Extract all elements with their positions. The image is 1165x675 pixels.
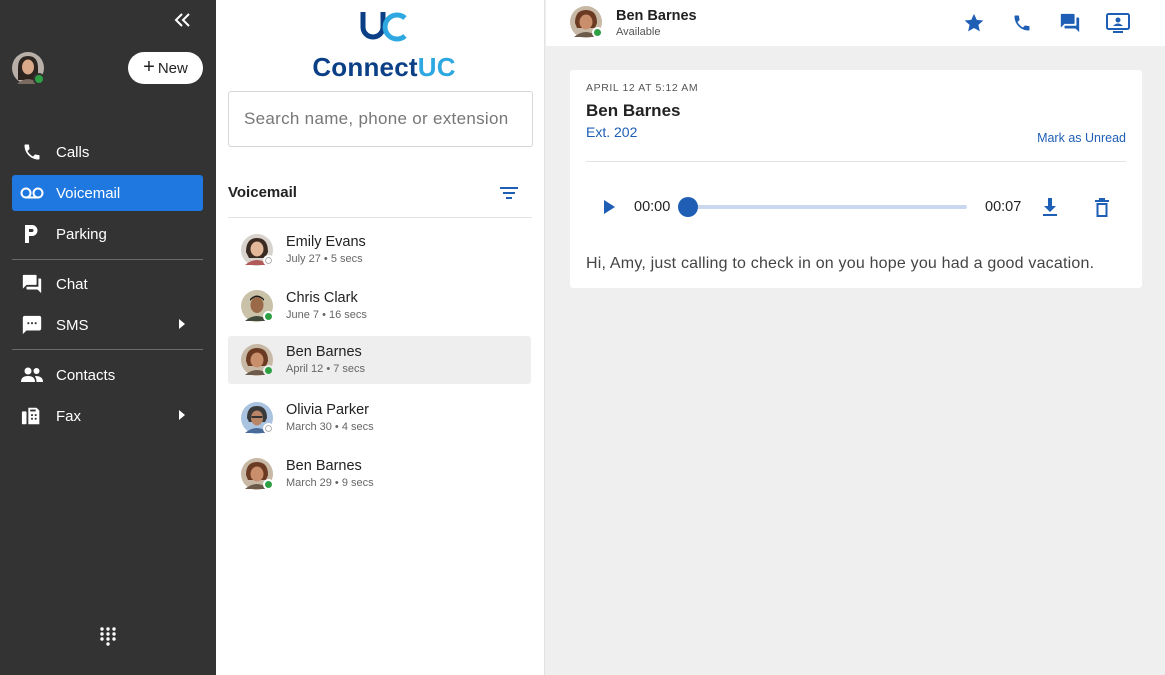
list-item-meta: March 30 • 4 secs bbox=[286, 421, 374, 433]
download-icon[interactable] bbox=[1040, 196, 1060, 218]
nav-item-parking[interactable]: Parking bbox=[12, 216, 203, 252]
nav-divider bbox=[12, 259, 203, 260]
connectuc-logo: ConnectUC bbox=[304, 8, 464, 82]
presence-offline bbox=[263, 255, 274, 266]
search-input[interactable] bbox=[228, 91, 533, 147]
presence-available bbox=[263, 479, 274, 490]
new-button[interactable]: + New bbox=[128, 52, 203, 84]
sidebar: + New Calls Voicemail Parking Chat SMS C… bbox=[0, 0, 216, 675]
nav-divider bbox=[12, 349, 203, 350]
dialpad-icon[interactable] bbox=[98, 626, 118, 646]
voicemail-transcript: Hi, Amy, just calling to check in on you… bbox=[586, 255, 1095, 272]
logo-text: ConnectUC bbox=[312, 52, 456, 82]
collapse-sidebar-icon[interactable] bbox=[172, 10, 194, 30]
nav-item-fax[interactable]: Fax bbox=[12, 398, 203, 434]
presence-available bbox=[592, 27, 603, 38]
contacts-icon bbox=[20, 363, 44, 387]
audio-progress-handle[interactable] bbox=[678, 197, 698, 217]
list-item[interactable]: Ben Barnes March 29 • 9 secs bbox=[228, 450, 531, 498]
nav-label-contacts: Contacts bbox=[56, 366, 116, 384]
star-icon[interactable] bbox=[962, 11, 986, 35]
caret-right-icon bbox=[179, 319, 185, 329]
contact-status: Available bbox=[616, 26, 661, 38]
nav-item-calls[interactable]: Calls bbox=[12, 134, 203, 170]
list-item-meta: July 27 • 5 secs bbox=[286, 253, 363, 265]
presence-available bbox=[263, 365, 274, 376]
nav-label-sms: SMS bbox=[56, 316, 89, 334]
call-icon[interactable] bbox=[1010, 11, 1034, 35]
list-item[interactable]: Ben Barnes April 12 • 7 secs bbox=[228, 336, 531, 384]
sms-icon bbox=[20, 313, 44, 337]
mark-as-unread-link[interactable]: Mark as Unread bbox=[1037, 131, 1126, 145]
list-item-meta: June 7 • 16 secs bbox=[286, 309, 367, 321]
list-item-name: Chris Clark bbox=[286, 290, 358, 306]
nav-item-voicemail[interactable]: Voicemail bbox=[12, 175, 203, 211]
phone-icon bbox=[20, 140, 44, 164]
presence-available bbox=[263, 311, 274, 322]
chat-icon bbox=[20, 272, 44, 296]
current-time: 00:00 bbox=[634, 199, 671, 215]
nav-item-chat[interactable]: Chat bbox=[12, 266, 203, 302]
card-divider bbox=[586, 161, 1126, 162]
list-item-meta: April 12 • 7 secs bbox=[286, 363, 366, 375]
delete-icon[interactable] bbox=[1092, 197, 1112, 219]
caret-right-icon bbox=[179, 410, 185, 420]
list-item[interactable]: Emily Evans July 27 • 5 secs bbox=[228, 226, 531, 274]
audio-progress-track[interactable] bbox=[688, 205, 967, 209]
list-item-meta: March 29 • 9 secs bbox=[286, 477, 374, 489]
list-item-name: Olivia Parker bbox=[286, 402, 369, 418]
screen-share-icon[interactable] bbox=[1106, 11, 1130, 35]
list-item[interactable]: Chris Clark June 7 • 16 secs bbox=[228, 282, 531, 330]
new-button-label: New bbox=[157, 59, 188, 77]
voicemail-icon bbox=[20, 181, 44, 205]
nav-label-fax: Fax bbox=[56, 407, 82, 425]
nav-label-chat: Chat bbox=[56, 275, 88, 293]
chat-icon[interactable] bbox=[1058, 11, 1082, 35]
contact-name: Ben Barnes bbox=[616, 8, 697, 24]
voicemail-list-panel: ConnectUC Voicemail Emily Evans July 27 … bbox=[216, 0, 545, 675]
contact-header: Ben Barnes Available bbox=[546, 0, 1165, 46]
list-divider bbox=[228, 217, 532, 218]
user-avatar[interactable] bbox=[12, 52, 46, 86]
list-item[interactable]: Olivia Parker March 30 • 4 secs bbox=[228, 394, 531, 442]
nav-item-contacts[interactable]: Contacts bbox=[12, 357, 203, 393]
nav-label-parking: Parking bbox=[56, 225, 107, 243]
caller-name: Ben Barnes bbox=[586, 101, 681, 120]
play-icon[interactable] bbox=[600, 197, 618, 217]
list-item-name: Ben Barnes bbox=[286, 458, 362, 474]
list-item-name: Emily Evans bbox=[286, 234, 366, 250]
voicemail-detail-card: APRIL 12 AT 5:12 AM Ben Barnes Ext. 202 … bbox=[570, 70, 1142, 288]
caller-extension[interactable]: Ext. 202 bbox=[586, 124, 637, 140]
plus-icon: + bbox=[143, 56, 155, 78]
filter-icon[interactable] bbox=[499, 184, 519, 202]
nav-item-sms[interactable]: SMS bbox=[12, 307, 203, 343]
nav-label-calls: Calls bbox=[56, 143, 90, 161]
list-item-name: Ben Barnes bbox=[286, 344, 362, 360]
nav-label-voicemail: Voicemail bbox=[56, 184, 121, 202]
parking-icon bbox=[20, 222, 44, 246]
list-title: Voicemail bbox=[228, 184, 297, 201]
fax-icon bbox=[20, 404, 44, 428]
total-duration: 00:07 bbox=[985, 199, 1022, 215]
presence-offline bbox=[263, 423, 274, 434]
voicemail-date: APRIL 12 AT 5:12 AM bbox=[586, 82, 699, 94]
